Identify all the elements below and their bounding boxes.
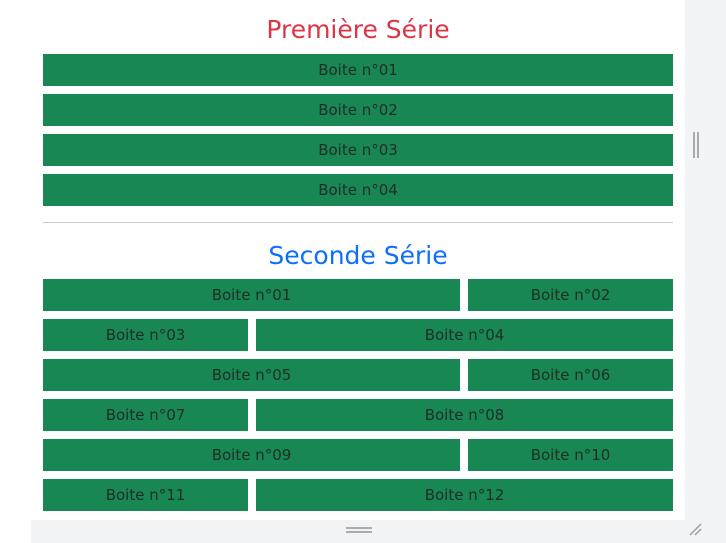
box-s2-09: Boite n°09 bbox=[43, 439, 460, 471]
resize-handle-icon[interactable] bbox=[688, 522, 702, 536]
vertical-splitter-handle[interactable] bbox=[693, 132, 699, 158]
preview-panel: Première Série Boite n°01 Boite n°02 Boi… bbox=[31, 0, 685, 520]
box-s2-11: Boite n°11 bbox=[43, 479, 248, 511]
box-s2-12: Boite n°12 bbox=[256, 479, 673, 511]
section-divider bbox=[43, 222, 673, 223]
box-s2-04: Boite n°04 bbox=[256, 319, 673, 351]
box-s1-03: Boite n°03 bbox=[43, 134, 673, 166]
right-pane bbox=[685, 0, 726, 543]
left-gutter bbox=[0, 0, 31, 543]
section-title-second: Seconde Série bbox=[268, 241, 448, 270]
section-title-first: Première Série bbox=[266, 15, 450, 44]
box-s2-10: Boite n°10 bbox=[468, 439, 673, 471]
box-s2-07: Boite n°07 bbox=[43, 399, 248, 431]
box-s2-01: Boite n°01 bbox=[43, 279, 460, 311]
box-s2-08: Boite n°08 bbox=[256, 399, 673, 431]
box-s1-01: Boite n°01 bbox=[43, 54, 673, 86]
box-s2-03: Boite n°03 bbox=[43, 319, 248, 351]
box-s1-02: Boite n°02 bbox=[43, 94, 673, 126]
box-s1-04: Boite n°04 bbox=[43, 174, 673, 206]
box-s2-06: Boite n°06 bbox=[468, 359, 673, 391]
box-s2-05: Boite n°05 bbox=[43, 359, 460, 391]
horizontal-splitter-handle[interactable] bbox=[346, 527, 372, 533]
box-s2-02: Boite n°02 bbox=[468, 279, 673, 311]
